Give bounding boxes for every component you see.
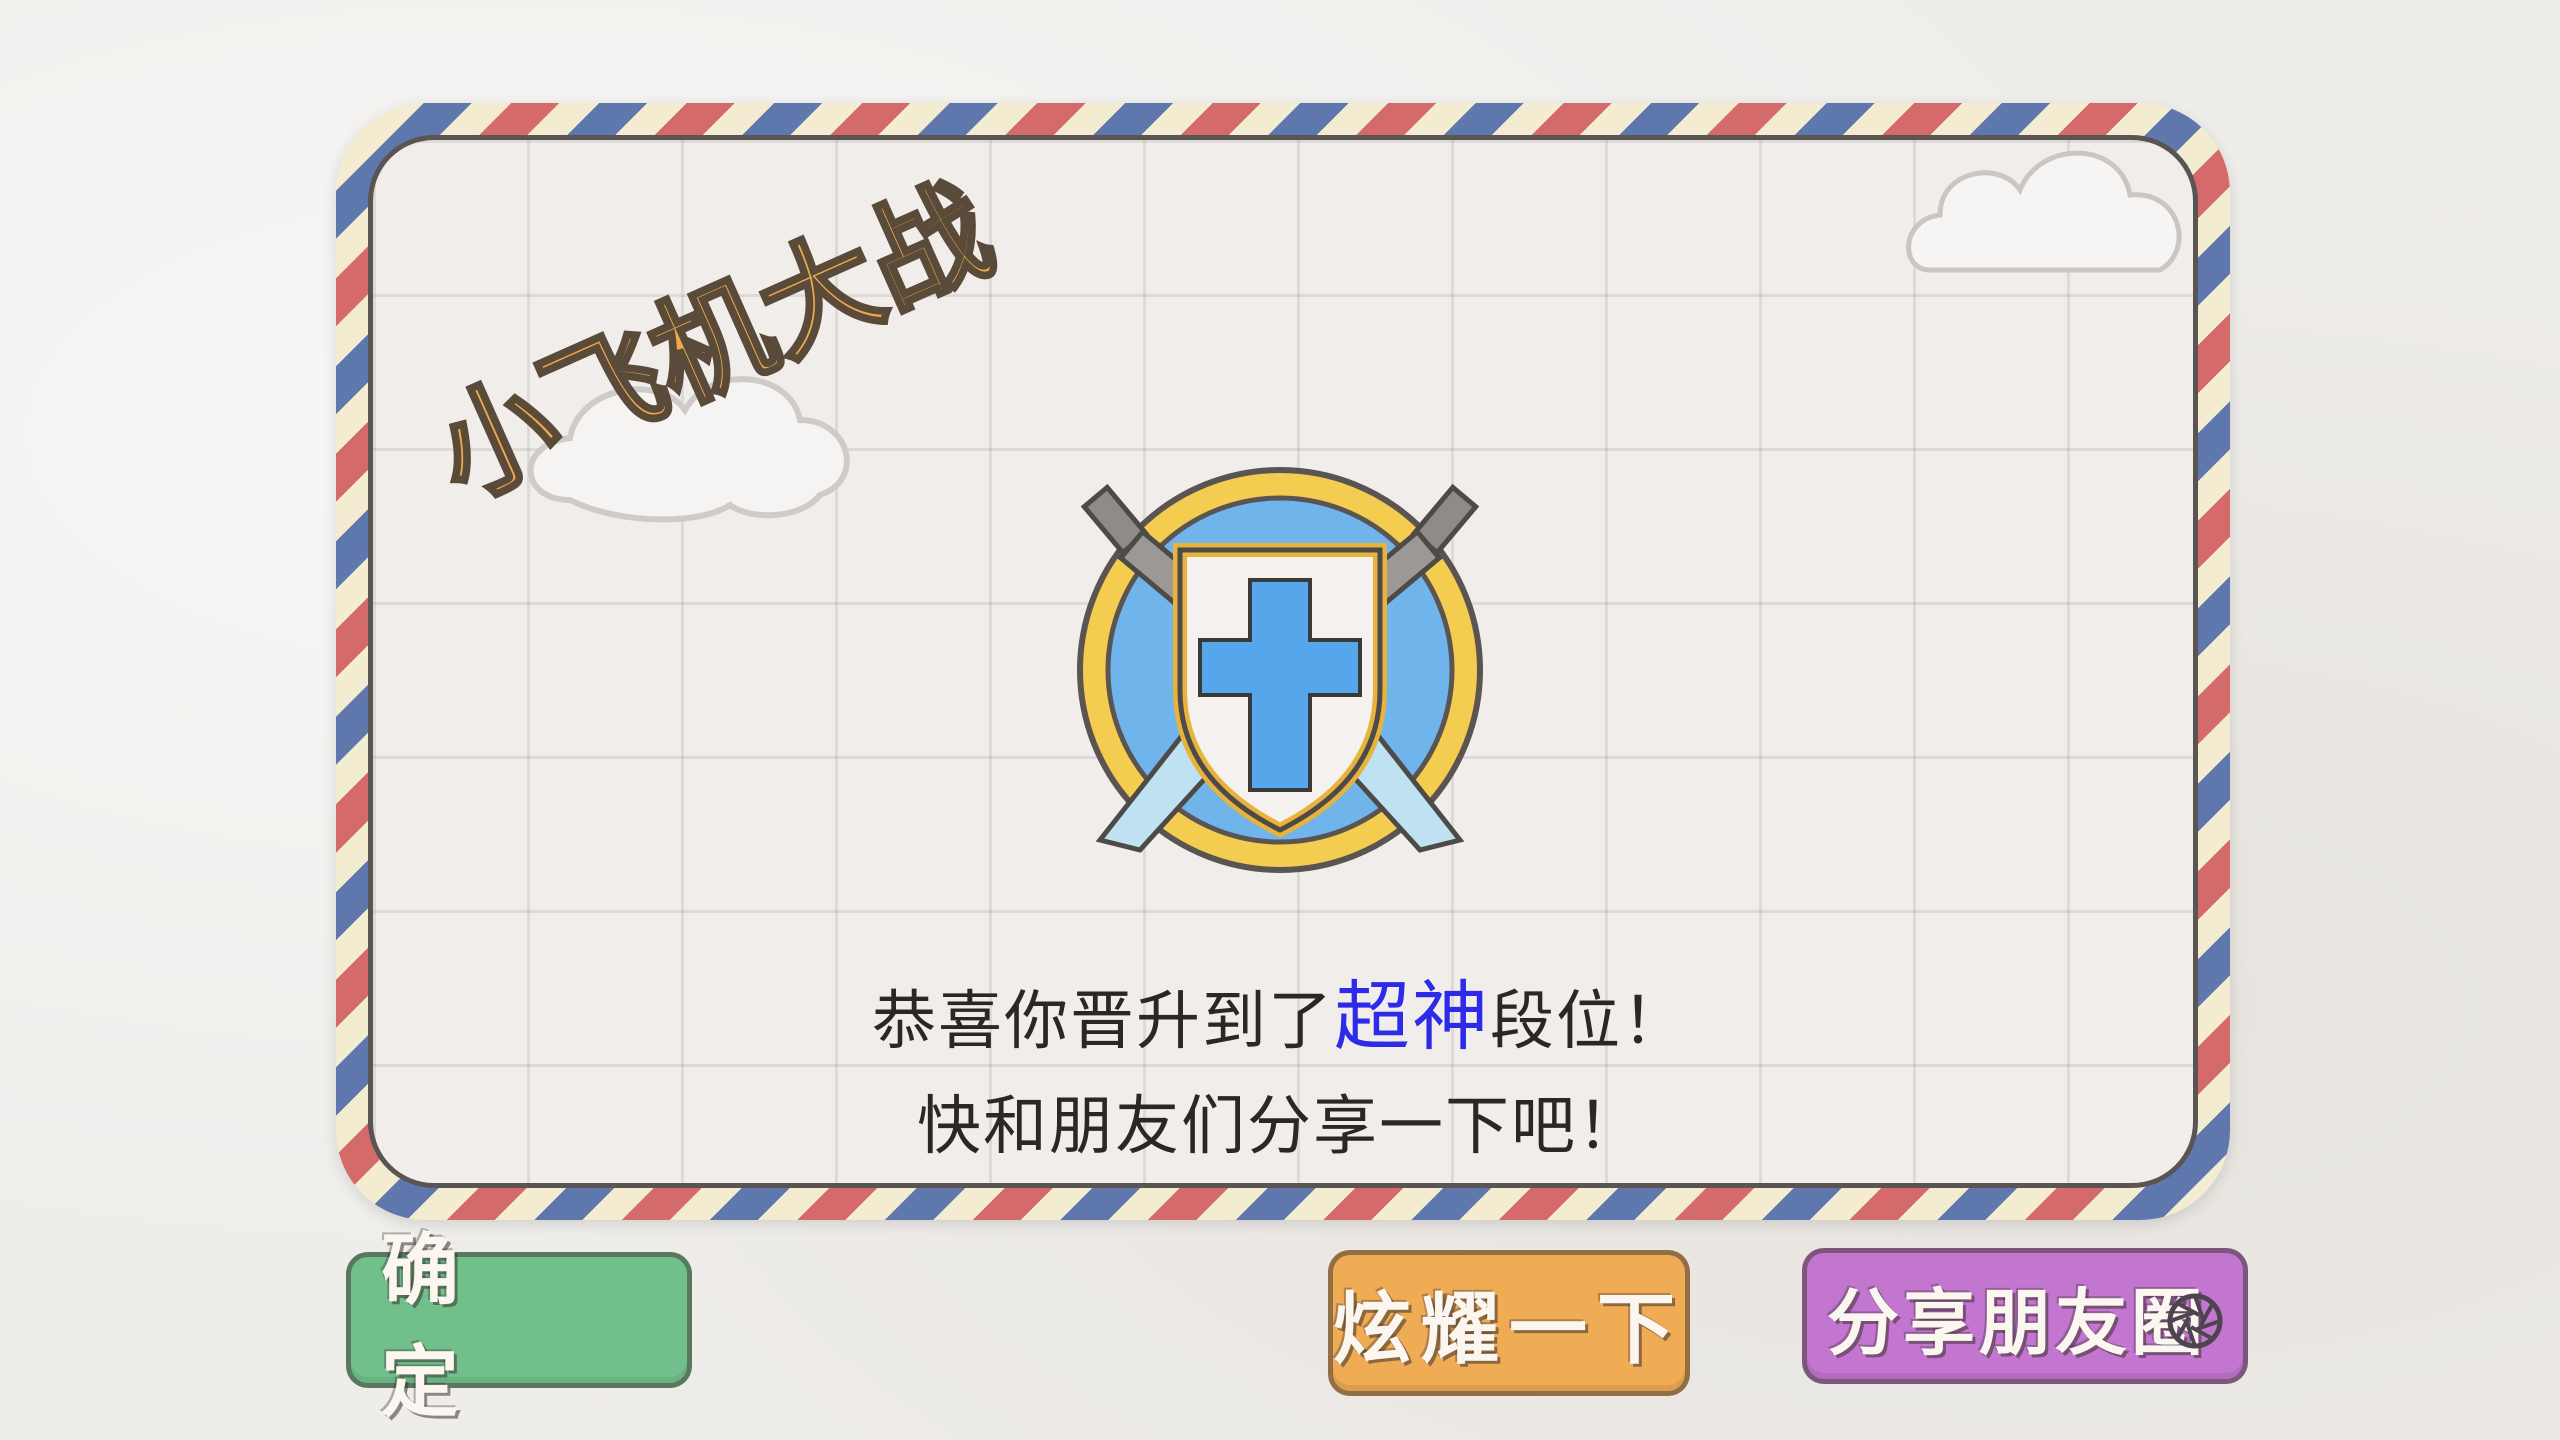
promotion-message: 恭喜你晋升到了超神段位！	[0, 955, 2560, 1065]
rank-name: 超神	[1334, 972, 1490, 1061]
crossed-swords-shield-icon	[1077, 467, 1483, 873]
share-moments-label: 分享朋友圈	[1827, 1280, 2208, 1365]
cloud-decoration-top-right	[1906, 150, 2182, 273]
promotion-suffix: 段位！	[1490, 985, 1688, 1059]
share-moments-button[interactable]: 分享朋友圈	[1802, 1248, 2248, 1384]
promotion-prefix: 恭喜你晋升到了	[872, 985, 1334, 1059]
share-prompt: 快和朋友们分享一下吧！	[917, 1090, 1643, 1164]
confirm-button[interactable]: 确 定	[346, 1226, 692, 1428]
show-off-button[interactable]: 炫耀一下	[1328, 1250, 1690, 1396]
camera-shutter-icon	[2167, 1293, 2223, 1349]
